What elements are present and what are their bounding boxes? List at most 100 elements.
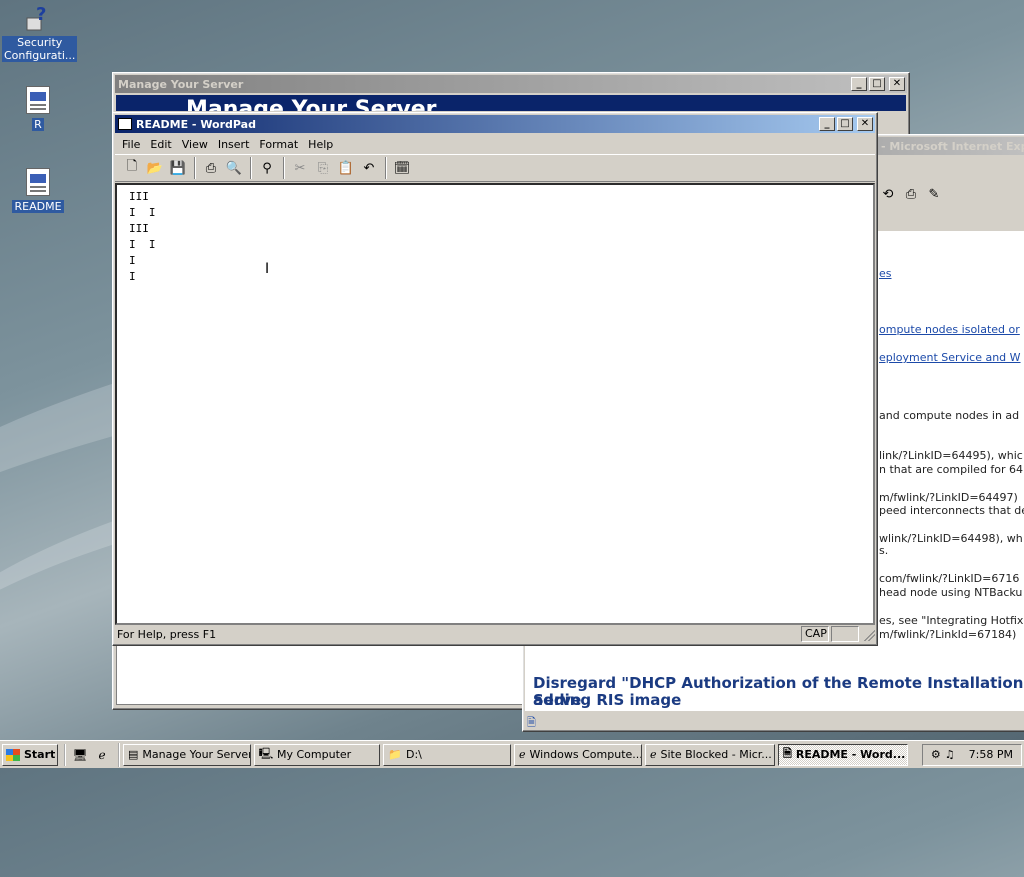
- status-bar: For Help, press F1 CAP: [115, 625, 875, 643]
- show-desktop-icon[interactable]: 🖥: [70, 746, 90, 764]
- text-cursor-icon: I: [265, 261, 270, 277]
- date-time-icon[interactable]: 🗓: [391, 157, 413, 179]
- open-icon[interactable]: 📂: [144, 157, 166, 179]
- link[interactable]: eployment Service and W: [879, 351, 1021, 364]
- desktop-icon-readme[interactable]: README: [2, 168, 74, 213]
- maximize-button[interactable]: □: [837, 117, 853, 131]
- task-label: README - Word...: [795, 748, 906, 761]
- window-title: README - WordPad: [136, 117, 256, 131]
- document-icon: [26, 86, 50, 114]
- menu-view[interactable]: View: [177, 138, 213, 151]
- desktop-icon-label: R: [32, 118, 44, 131]
- task-windows-compute[interactable]: ℯ Windows Compute...: [514, 743, 642, 766]
- windows-logo-icon: [6, 748, 20, 761]
- close-button[interactable]: ✕: [857, 117, 873, 131]
- body-text: s.: [879, 544, 889, 557]
- toolbar-separator: [250, 157, 252, 179]
- desktop-icon-r[interactable]: R: [2, 86, 74, 131]
- copy-icon[interactable]: ⎘: [312, 157, 334, 179]
- paste-icon[interactable]: 📋: [335, 157, 357, 179]
- task-label: Manage Your Server: [142, 748, 251, 761]
- task-label: Windows Compute...: [529, 748, 642, 761]
- toolbar-separator: [283, 157, 285, 179]
- task-label: My Computer: [277, 748, 352, 761]
- print-icon[interactable]: ⎙: [900, 183, 922, 205]
- menu-edit[interactable]: Edit: [145, 138, 176, 151]
- ie-statusbar: 🗎: [525, 713, 1024, 729]
- section-heading: adding RIS image: [533, 691, 682, 709]
- toolbar-separator: [385, 157, 387, 179]
- start-button[interactable]: Start: [2, 743, 58, 766]
- title-bar[interactable]: README - WordPad _ □ ✕: [115, 115, 875, 133]
- ie-icon: ℯ: [650, 748, 657, 761]
- body-text: es, see "Integrating Hotfix: [879, 614, 1024, 627]
- menu-insert[interactable]: Insert: [213, 138, 255, 151]
- document-area[interactable]: III I I III I I I I I: [115, 183, 875, 625]
- document-icon: [26, 168, 50, 196]
- title-bar[interactable]: Manage Your Server _ □ ✕: [115, 75, 907, 93]
- document-text[interactable]: III I I III I I I I: [117, 185, 873, 289]
- task-site-blocked[interactable]: ℯ Site Blocked - Micr...: [645, 743, 775, 766]
- minimize-button[interactable]: _: [851, 77, 867, 91]
- link[interactable]: es: [879, 267, 892, 280]
- task-my-computer[interactable]: 🖳 My Computer: [254, 743, 380, 766]
- print-icon[interactable]: ⎙: [200, 157, 222, 179]
- close-button[interactable]: ✕: [889, 77, 905, 91]
- menu-bar: File Edit View Insert Format Help: [113, 135, 877, 153]
- wordpad-window[interactable]: README - WordPad _ □ ✕ File Edit View In…: [112, 112, 878, 646]
- system-tray: ⚙ ♫ 7:58 PM: [922, 743, 1022, 766]
- menu-file[interactable]: File: [117, 138, 145, 151]
- print-preview-icon[interactable]: 🔍: [223, 157, 245, 179]
- volume-icon[interactable]: ♫: [945, 748, 955, 761]
- task-manage-your-server[interactable]: ▤ Manage Your Server: [123, 743, 251, 766]
- task-label: Site Blocked - Micr...: [660, 748, 772, 761]
- history-icon[interactable]: ⟲: [877, 183, 899, 205]
- task-readme-wordpad[interactable]: 🗎 README - Word...: [778, 743, 908, 766]
- maximize-button[interactable]: □: [869, 77, 885, 91]
- network-icon[interactable]: ⚙: [931, 748, 941, 761]
- status-text: For Help, press F1: [117, 627, 217, 641]
- ie-icon: ℯ: [519, 748, 526, 761]
- body-text: m/fwlink/?LinkID=64497): [879, 491, 1018, 504]
- window-title: Manage Your Server: [118, 77, 244, 91]
- undo-icon[interactable]: ↶: [358, 157, 380, 179]
- body-text: m/fwlink/?LinkId=67184): [879, 628, 1017, 641]
- minimize-button[interactable]: _: [819, 117, 835, 131]
- wordpad-icon: 🗎: [783, 747, 792, 760]
- desktop-icon-label: Security Configurati...: [2, 36, 78, 62]
- task-d-drive[interactable]: 📁 D:\: [383, 743, 511, 766]
- desktop-icon-security-config[interactable]: ? Security Configurati...: [2, 4, 78, 62]
- body-text: n that are compiled for 64: [879, 463, 1024, 476]
- taskbar: Start 🖥 ℯ ▤ Manage Your Server 🖳 My Comp…: [0, 740, 1024, 768]
- ie-icon[interactable]: ℯ: [92, 746, 112, 764]
- cut-icon[interactable]: ✂: [289, 157, 311, 179]
- server-icon: ▤: [128, 748, 139, 761]
- num-indicator: [831, 626, 859, 642]
- resize-grip-icon[interactable]: [861, 627, 875, 641]
- desktop-icon-label: README: [12, 200, 64, 213]
- menu-format[interactable]: Format: [254, 138, 303, 151]
- window-title: - Microsoft Internet Explorer: [881, 139, 1024, 153]
- svg-text:?: ?: [36, 4, 46, 25]
- start-label: Start: [24, 748, 56, 761]
- edit-icon[interactable]: ✎: [923, 183, 945, 205]
- clock[interactable]: 7:58 PM: [969, 748, 1013, 761]
- toolbar: 🗋 📂 💾 ⎙ 🔍 ⚲ ✂ ⎘ 📋 ↶ 🗓: [115, 154, 875, 182]
- find-icon[interactable]: ⚲: [256, 157, 278, 179]
- content-pane: [116, 645, 523, 705]
- banner-title: Manage Your Server: [186, 97, 437, 111]
- banner: Manage Your Server: [116, 95, 906, 111]
- quick-launch: 🖥 ℯ: [64, 743, 114, 766]
- save-icon[interactable]: 💾: [167, 157, 189, 179]
- toolbar-separator: [194, 157, 196, 179]
- ie-content: es ompute nodes isolated or eployment Se…: [877, 231, 1024, 707]
- link[interactable]: ompute nodes isolated or: [879, 323, 1020, 336]
- computer-icon: 🖳: [258, 747, 274, 760]
- page-icon: 🗎: [527, 716, 536, 729]
- folder-icon: 📁: [388, 748, 402, 761]
- menu-help[interactable]: Help: [303, 138, 338, 151]
- ie-content-lower: Disregard "DHCP Authorization of the Rem…: [525, 643, 1024, 711]
- new-icon[interactable]: 🗋: [121, 157, 143, 179]
- caps-indicator: CAP: [801, 626, 829, 642]
- wordpad-icon: [118, 118, 132, 130]
